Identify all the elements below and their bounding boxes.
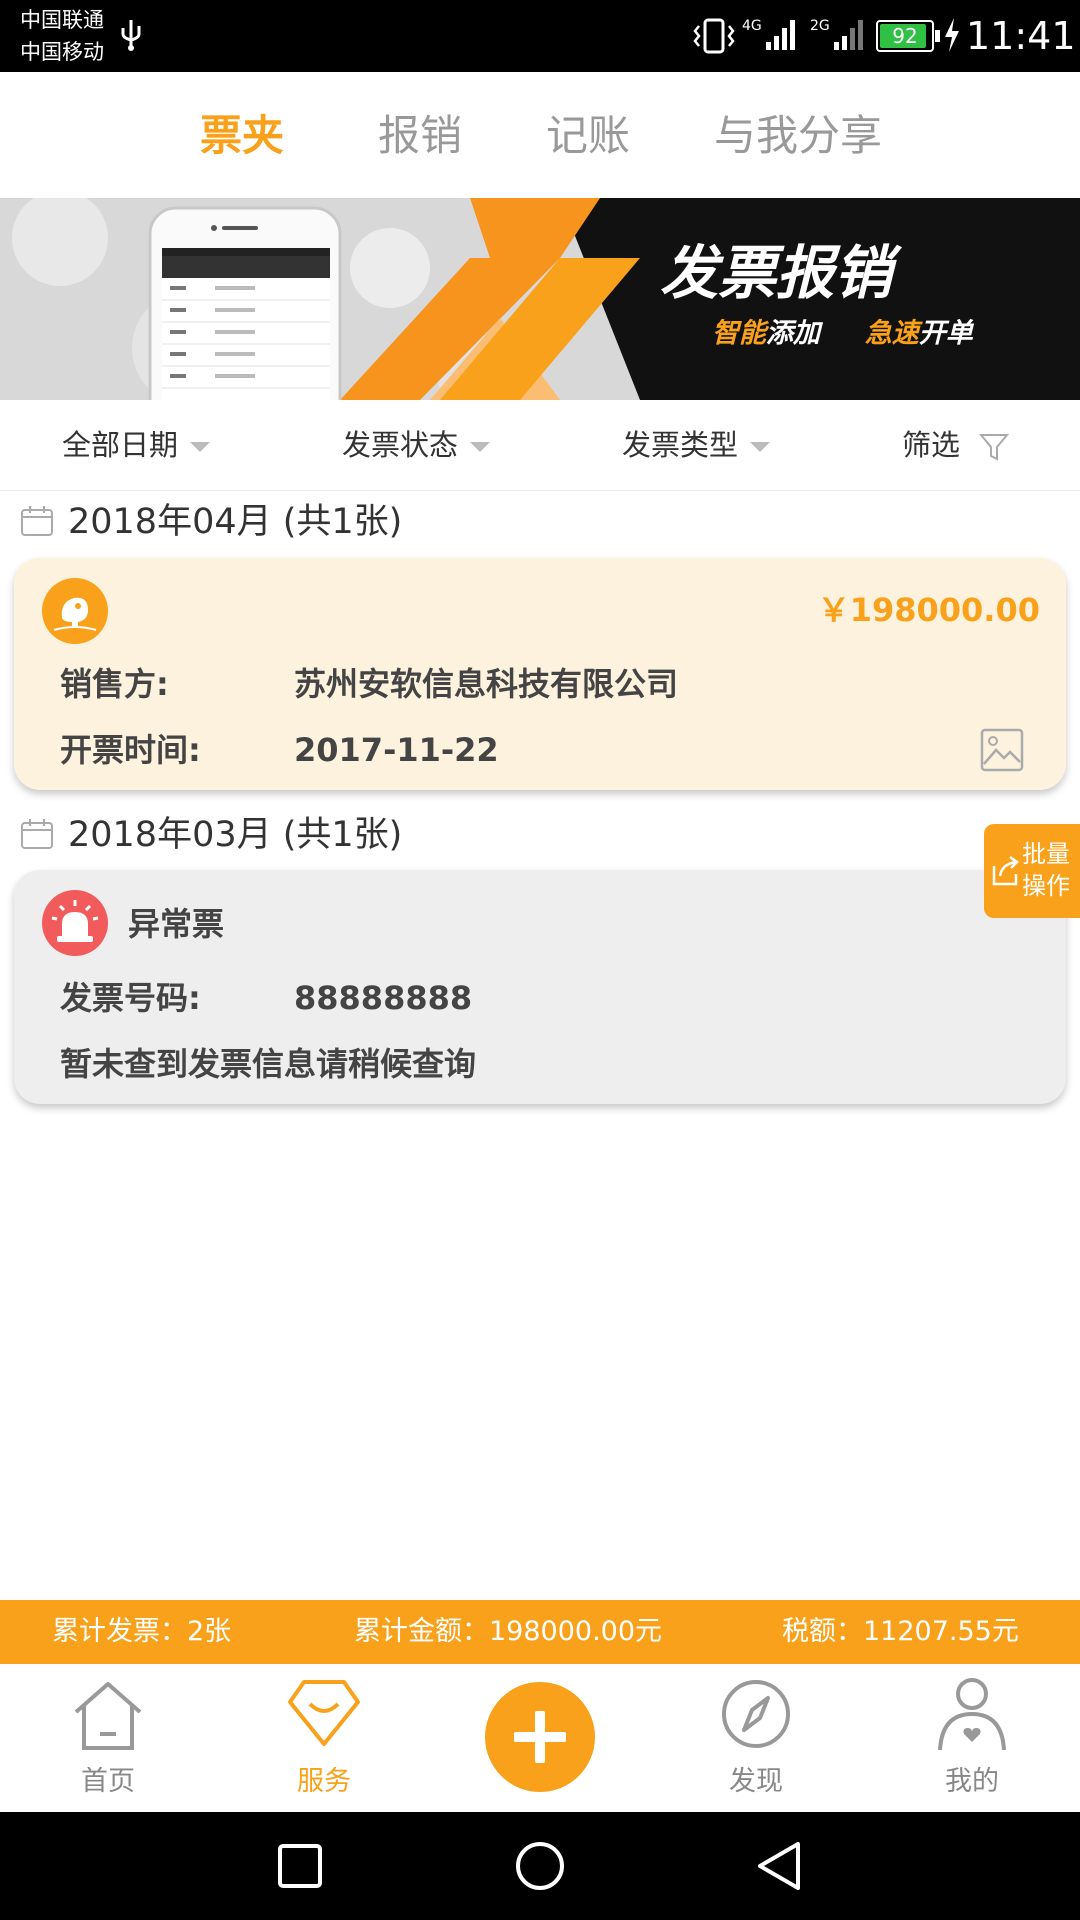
banner-sub1b: 添加 [766, 318, 820, 349]
image-icon[interactable] [980, 728, 1024, 772]
status-filter[interactable]: 发票状态 [342, 424, 491, 466]
total-amount: 累计金额：198000.00元 [354, 1616, 663, 1647]
banner-sub1a: 智能 [712, 318, 766, 349]
type-filter[interactable]: 发票类型 [622, 424, 771, 466]
summary-bar: 累计发票：2张 累计金额：198000.00元 税额：11207.55元 [0, 1600, 1080, 1664]
share-icon [992, 855, 1019, 886]
calendar-icon [21, 819, 53, 849]
tab-shared-with-me[interactable]: 与我分享 [714, 108, 882, 164]
bottom-nav: 首页 服务 发现 我的 [0, 1664, 1080, 1812]
banner-subtitle: 智能添加 急速开单 [712, 316, 973, 352]
batch-label-line2: 操作 [1022, 872, 1070, 900]
batch-operation-button[interactable]: 批量 操作 [984, 824, 1080, 918]
invoice-number: 88888888 [294, 979, 473, 1017]
calendar-icon [21, 506, 53, 536]
invoice-amount: ￥198000.00 [817, 591, 1040, 629]
month-header: 2018年03月 (共1张) [68, 815, 403, 855]
invoice-card[interactable]: ￥198000.00 销售方: 苏州安软信息科技有限公司 开票时间: 2017-… [14, 558, 1066, 790]
nav-discover-label: 发现 [729, 1766, 783, 1797]
date-filter[interactable]: 全部日期 [62, 424, 211, 466]
invoice-number-label: 发票号码: [60, 979, 201, 1017]
home-icon [74, 1682, 142, 1750]
banner-sub2b: 开单 [918, 318, 973, 349]
date-filter-label: 全部日期 [62, 428, 179, 462]
nav-service[interactable]: 服务 [244, 1664, 404, 1812]
carrier-1: 中国联通 [20, 8, 104, 32]
plus-icon [514, 1711, 566, 1763]
nav-home-label: 首页 [81, 1766, 135, 1797]
compass-icon [722, 1680, 790, 1748]
batch-label-line1: 批量 [1022, 840, 1070, 868]
clock: 11:41 [966, 14, 1076, 58]
battery-level: 92 [892, 24, 918, 48]
month-header: 2018年04月 (共1张) [68, 502, 403, 542]
abnormal-invoice-card[interactable]: 异常票 发票号码: 88888888 暂未查到发票信息请稍候查询 [14, 870, 1066, 1104]
status-bar: 中国联通 中国移动 4G 2G 92 11:41 [0, 0, 1080, 72]
promo-banner[interactable]: 发票报销 智能添加 急速开单 [0, 198, 1080, 400]
funnel-icon [979, 434, 1010, 461]
seller-logo [42, 578, 108, 644]
signal-2g-icon: 2G [810, 18, 863, 50]
issue-date-label: 开票时间: [60, 731, 201, 769]
status-filter-label: 发票状态 [342, 428, 459, 462]
alarm-icon [42, 890, 108, 956]
signal-4g-icon: 4G [742, 18, 795, 50]
banner-title: 发票报销 [660, 239, 893, 307]
carrier-2: 中国移动 [20, 40, 104, 64]
nav-discover[interactable]: 发现 [676, 1664, 836, 1812]
nav-home[interactable]: 首页 [28, 1664, 188, 1812]
back-icon[interactable] [754, 1840, 804, 1892]
issue-date: 2017-11-22 [294, 731, 499, 769]
filter-bar: 全部日期 发票状态 发票类型 筛选 [0, 400, 1080, 491]
tab-bookkeeping[interactable]: 记账 [546, 108, 630, 164]
recent-apps-icon[interactable] [276, 1842, 324, 1890]
banner-graphic [0, 198, 1080, 400]
tax-amount: 税额：11207.55元 [782, 1616, 1019, 1647]
diamond-icon [288, 1680, 360, 1746]
seller-name: 苏州安软信息科技有限公司 [294, 665, 679, 703]
home-circle-icon[interactable] [514, 1840, 566, 1892]
add-invoice-button[interactable] [485, 1682, 595, 1792]
batch-label: 批量 操作 [1022, 838, 1070, 902]
chevron-down-icon [750, 442, 771, 452]
nav-mine-label: 我的 [945, 1766, 999, 1797]
chevron-down-icon [470, 442, 491, 452]
banner-sub2a: 急速 [864, 318, 919, 349]
system-nav-bar [0, 1812, 1080, 1920]
usb-icon [121, 20, 141, 51]
network-1-text: 4G [742, 18, 762, 34]
invoice-count: 累计发票：2张 [52, 1616, 232, 1647]
advanced-filter-label: 筛选 [902, 428, 961, 462]
nav-mine[interactable]: 我的 [892, 1664, 1052, 1812]
abnormal-message: 暂未查到发票信息请稍候查询 [60, 1045, 477, 1083]
battery-icon: 92 [876, 20, 940, 52]
tab-ticket-folder[interactable]: 票夹 [200, 108, 284, 164]
nav-service-label: 服务 [297, 1766, 351, 1797]
top-tabs: 票夹 报销 记账 与我分享 [0, 72, 1080, 198]
charging-icon [945, 18, 959, 52]
network-2-text: 2G [810, 18, 830, 34]
advanced-filter[interactable]: 筛选 [902, 424, 1010, 466]
type-filter-label: 发票类型 [622, 428, 739, 462]
seller-label: 销售方: [60, 665, 169, 703]
user-icon [938, 1678, 1006, 1751]
chevron-down-icon [190, 442, 211, 452]
vibrate-icon [693, 18, 735, 54]
tab-reimburse[interactable]: 报销 [378, 108, 462, 164]
abnormal-title: 异常票 [128, 905, 225, 943]
